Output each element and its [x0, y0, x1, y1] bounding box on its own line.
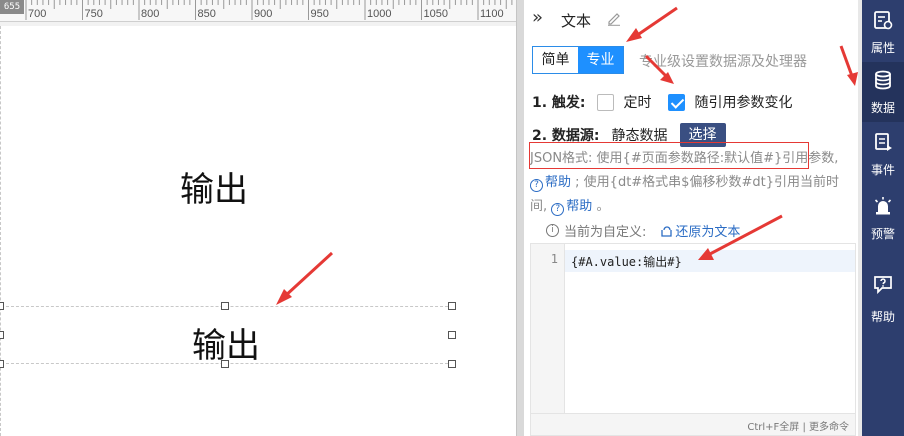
nav-item-alarm[interactable]: 预警 [862, 188, 904, 248]
follow-params-label: 随引用参数变化 [694, 95, 793, 111]
horizontal-ruler: 655 700 750 800 850 900 950 1000 1050 1100 [0, 0, 516, 22]
nav-label-data: 数据 [870, 101, 895, 115]
page-canvas[interactable] [0, 26, 516, 436]
canvas-text-widget[interactable]: 输出 [180, 162, 248, 211]
help-circle-icon: ? [530, 179, 543, 192]
nav-label-alarm: 预警 [870, 227, 895, 241]
design-canvas-area: 655 700 750 800 850 900 950 1000 1050 1100 输出 输出 [0, 0, 524, 436]
resize-handle-bottom-right[interactable] [448, 360, 456, 368]
nav-item-data[interactable]: 数据 [862, 62, 904, 122]
resize-handle-bottom-left[interactable] [0, 360, 4, 368]
nav-item-help[interactable]: 帮助 [862, 266, 904, 326]
resize-handle-right[interactable] [448, 331, 456, 339]
ruler-label: 1000 [367, 8, 392, 20]
editor-footer: Ctrl+F全屏 | 更多命令 [531, 413, 855, 435]
resize-handle-top-left[interactable] [0, 302, 4, 310]
code-content[interactable]: {#A.value:输出#} [571, 253, 682, 270]
mode-tabs: 简单 专业 [532, 46, 624, 74]
trigger-label: 1. 触发: [532, 95, 586, 111]
ruler-label: 800 [141, 8, 160, 20]
right-nav: 属性 数据 事件 预警 帮助 [862, 0, 904, 436]
selected-text-content: 输出 [192, 326, 260, 366]
nav-item-events[interactable]: 事件 [862, 124, 904, 184]
ruler-label: 900 [254, 8, 273, 20]
ruler-label: 1100 [480, 8, 504, 20]
nav-item-properties[interactable]: 属性 [862, 2, 904, 62]
ruler-label: 750 [84, 8, 103, 20]
tab-professional[interactable]: 专业 [578, 47, 623, 73]
annotation-arrow [644, 54, 674, 84]
nav-label-events: 事件 [870, 163, 895, 177]
editor-shortcut-hint[interactable]: Ctrl+F全屏 | 更多命令 [747, 418, 849, 433]
custom-status-text: 当前为自定义: [564, 225, 647, 240]
nav-label-help: 帮助 [870, 310, 895, 324]
ruler-label: 850 [197, 8, 216, 20]
line-number: 1 [550, 252, 558, 266]
help-icon [874, 276, 892, 294]
alarm-icon [874, 197, 892, 215]
help-link-params[interactable]: ? 帮助 [530, 175, 572, 192]
help-link-time[interactable]: ? 帮助 [551, 199, 593, 216]
nav-label-properties: 属性 [870, 41, 895, 55]
annotation-arrow [839, 45, 858, 86]
follow-params-checkbox[interactable] [667, 93, 685, 111]
json-hint-text-3: 。 [596, 199, 610, 214]
edit-title-icon[interactable] [606, 10, 622, 26]
resize-handle-left[interactable] [0, 331, 4, 339]
timed-label: 定时 [623, 95, 652, 111]
component-title: 文本 [561, 12, 592, 30]
timed-checkbox[interactable] [596, 93, 614, 111]
info-icon: i [546, 224, 559, 237]
canvas-splitter[interactable] [516, 0, 524, 436]
annotation-highlight-box [529, 142, 809, 169]
editor-gutter: 1 [531, 244, 565, 415]
trigger-row: 1. 触发: 定时 随引用参数变化 [532, 92, 793, 112]
annotation-arrow [626, 6, 678, 42]
annotation-arrow [276, 251, 334, 305]
ruler-label: 700 [28, 8, 47, 20]
help-link-label: 帮助 [566, 199, 593, 214]
help-circle-icon: ? [551, 203, 565, 216]
help-link-label: 帮助 [545, 175, 572, 190]
tab-simple[interactable]: 简单 [533, 47, 578, 73]
event-icon [875, 133, 892, 151]
database-icon [875, 70, 891, 90]
ruler-label: 950 [310, 8, 329, 20]
collapse-panel-icon[interactable]: » [532, 8, 543, 28]
panel-header: » 文本 [524, 0, 860, 38]
ruler-label: 1050 [423, 8, 448, 20]
code-editor[interactable]: 1 {#A.value:输出#} Ctrl+F全屏 | 更多命令 [530, 243, 856, 436]
resize-handle-top[interactable] [221, 302, 229, 310]
restore-icon [661, 225, 673, 237]
resize-handle-top-right[interactable] [448, 302, 456, 310]
properties-icon [874, 11, 893, 30]
ruler-position-indicator: 655 [0, 0, 24, 14]
annotation-arrow [698, 214, 783, 260]
